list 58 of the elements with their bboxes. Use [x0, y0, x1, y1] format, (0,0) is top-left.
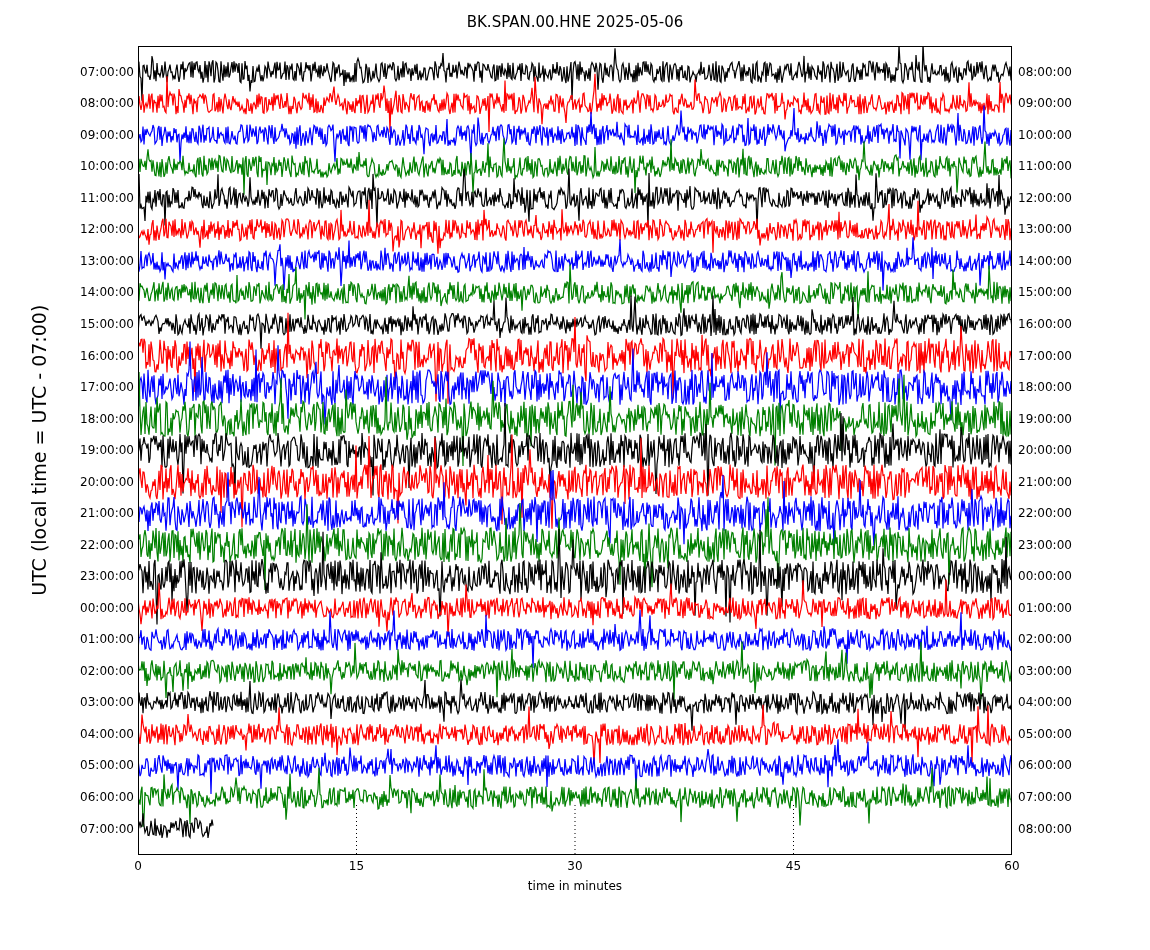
hour-label: 14:00:00: [80, 285, 134, 300]
hour-label: 10:00:00: [80, 159, 134, 174]
hour-label: 01:00:00: [80, 632, 134, 647]
hour-label: 02:00:00: [1018, 632, 1072, 647]
hour-label: 02:00:00: [80, 663, 134, 678]
hour-label: 20:00:00: [1018, 443, 1072, 458]
hour-label: 00:00:00: [80, 600, 134, 615]
hour-label: 15:00:00: [1018, 285, 1072, 300]
hour-label: 13:00:00: [80, 253, 134, 268]
hour-label: 11:00:00: [80, 190, 134, 205]
hour-label: 20:00:00: [80, 474, 134, 489]
hour-label: 19:00:00: [1018, 411, 1072, 426]
hour-label: 08:00:00: [80, 96, 134, 111]
hour-label: 17:00:00: [80, 380, 134, 395]
hour-label: 07:00:00: [80, 821, 134, 836]
hour-label: 16:00:00: [80, 348, 134, 363]
hour-label: 21:00:00: [80, 506, 134, 521]
y-axis-label: UTC (local time = UTC - 07:00): [27, 304, 52, 597]
hour-label: 07:00:00: [1018, 790, 1072, 804]
x-tick-label: 45: [785, 859, 802, 873]
hour-label: 21:00:00: [1018, 474, 1072, 489]
hour-label: 12:00:00: [80, 222, 134, 237]
hour-label: 00:00:00: [1018, 569, 1072, 584]
chart-title: BK.SPAN.00.HNE 2025-05-06: [466, 12, 684, 32]
hour-label: 09:00:00: [80, 127, 134, 142]
x-tick-label: 30: [567, 859, 583, 873]
hour-label: 22:00:00: [80, 537, 134, 552]
hour-label: 05:00:00: [1018, 726, 1072, 741]
hour-label: 15:00:00: [80, 317, 134, 331]
hour-label: 09:00:00: [1018, 96, 1072, 111]
hour-label: 12:00:00: [1018, 190, 1072, 205]
hour-label: 10:00:00: [1018, 127, 1072, 142]
hour-label: 17:00:00: [1018, 348, 1072, 363]
hour-label: 06:00:00: [1018, 758, 1072, 773]
x-tick-label: 0: [134, 859, 142, 873]
hour-label: 19:00:00: [80, 443, 134, 458]
hour-label: 07:00:00: [80, 64, 134, 79]
hour-label: 14:00:00: [1018, 253, 1072, 268]
x-axis-label: time in minutes: [527, 879, 623, 893]
hour-label: 11:00:00: [1018, 159, 1072, 174]
hour-label: 03:00:00: [80, 695, 134, 710]
hour-label: 04:00:00: [80, 726, 134, 741]
hour-label: 06:00:00: [80, 790, 134, 804]
hour-label: 16:00:00: [1018, 317, 1072, 331]
hour-label: 08:00:00: [1018, 821, 1072, 836]
hour-label: 18:00:00: [80, 411, 134, 426]
hour-label: 01:00:00: [1018, 600, 1072, 615]
hour-label: 13:00:00: [1018, 222, 1072, 237]
hour-label: 22:00:00: [1018, 506, 1072, 521]
hour-label: 08:00:00: [1018, 64, 1072, 79]
hour-label: 04:00:00: [1018, 695, 1072, 710]
hour-label: 05:00:00: [80, 758, 134, 773]
x-tick-label: 60: [1004, 859, 1020, 873]
hour-label: 18:00:00: [1018, 380, 1072, 395]
hour-label: 23:00:00: [80, 569, 134, 584]
x-tick-label: 15: [348, 859, 365, 873]
hour-label: 23:00:00: [1018, 537, 1072, 552]
hour-label: 03:00:00: [1018, 663, 1072, 678]
